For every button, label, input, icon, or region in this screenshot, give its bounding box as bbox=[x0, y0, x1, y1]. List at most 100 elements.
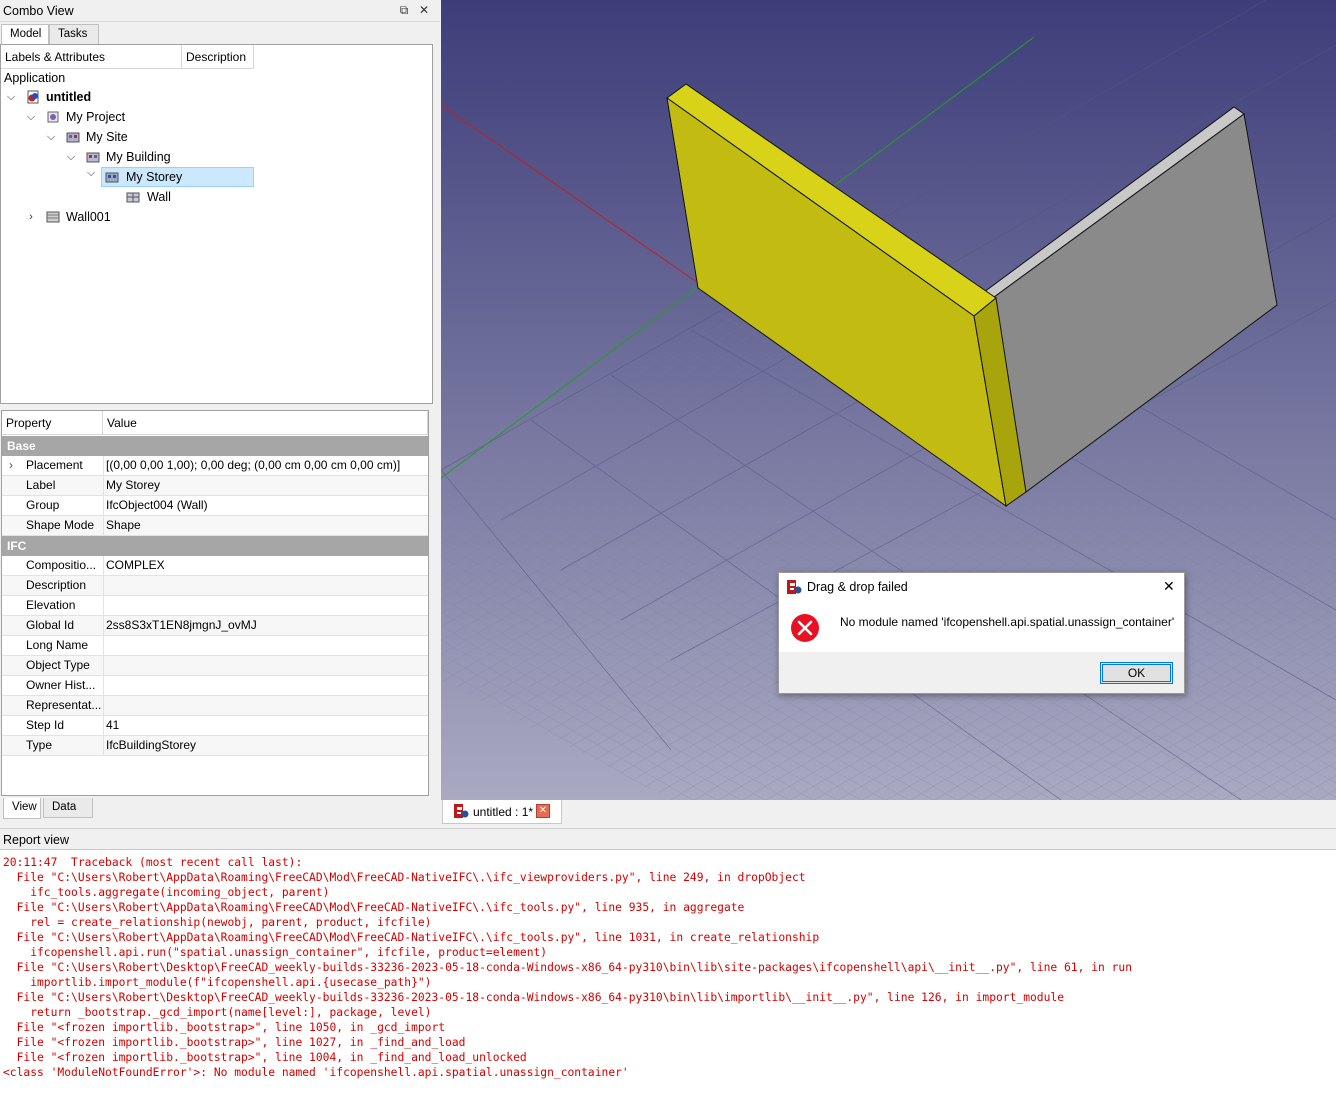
prop-row-object-type[interactable]: Object Type bbox=[2, 656, 428, 676]
prop-key: Step Id bbox=[26, 718, 65, 732]
prop-row-owner-history[interactable]: Owner Hist... bbox=[2, 676, 428, 696]
tree-item-label: My Project bbox=[66, 110, 126, 124]
tab-tasks[interactable]: Tasks bbox=[49, 24, 99, 44]
tree-item-label: My Building bbox=[106, 150, 171, 164]
chevron-down-icon[interactable]: ⌵ bbox=[25, 107, 37, 127]
ifc-project-icon bbox=[47, 111, 59, 123]
report-line: File "C:\Users\Robert\AppData\Roaming\Fr… bbox=[3, 871, 806, 884]
tab-model[interactable]: Model bbox=[1, 24, 49, 45]
prop-row-group[interactable]: Group IfcObject004 (Wall) bbox=[2, 496, 428, 516]
prop-row-placement[interactable]: › Placement [(0,00 0,00 1,00); 0,00 deg;… bbox=[2, 456, 428, 476]
prop-key: Elevation bbox=[26, 598, 76, 612]
model-tree: Labels & Attributes Description Applicat… bbox=[0, 44, 433, 404]
property-editor: Property Value Base › Placement [(0,00 0… bbox=[1, 410, 429, 796]
tree-item-label: untitled bbox=[46, 90, 92, 104]
report-view-titlebar: Report view bbox=[0, 828, 1336, 849]
tree-item-label: My Site bbox=[86, 130, 128, 144]
tree-header-labels[interactable]: Labels & Attributes bbox=[1, 45, 182, 69]
tree-item-label: Wall bbox=[147, 190, 171, 204]
prop-value[interactable]: COMPLEX bbox=[106, 556, 165, 575]
group-ifc[interactable]: IFC bbox=[2, 536, 428, 556]
prop-value[interactable]: 2ss8S3xT1EN8jmgnJ_ovMJ bbox=[106, 616, 257, 635]
combo-view-title: Combo View bbox=[3, 4, 74, 18]
freecad-icon bbox=[787, 580, 802, 594]
ifc-site-icon bbox=[66, 132, 80, 143]
tree-header-description[interactable]: Description bbox=[182, 45, 254, 69]
dialog-body: No module named 'ifcopenshell.api.spatia… bbox=[779, 601, 1184, 652]
prop-value[interactable]: IfcBuildingStorey bbox=[106, 736, 196, 755]
prop-key: Type bbox=[26, 738, 53, 752]
chevron-down-icon[interactable]: ⌵ bbox=[45, 127, 57, 147]
document-icon bbox=[27, 90, 39, 104]
tree-item-my-building[interactable]: ⌵ My Building bbox=[1, 147, 301, 167]
float-icon[interactable]: ⧉ bbox=[396, 2, 412, 18]
report-line: File "<frozen importlib._bootstrap>", li… bbox=[3, 1051, 527, 1064]
prop-row-representation[interactable]: Representat... bbox=[2, 696, 428, 716]
chevron-down-icon[interactable]: ⌵ bbox=[5, 87, 17, 107]
ok-button[interactable]: OK bbox=[1100, 662, 1173, 684]
tree-item-wall001[interactable]: › Wall001 bbox=[1, 207, 301, 227]
prop-key: Representat... bbox=[26, 698, 102, 712]
dialog-title: Drag & drop failed bbox=[807, 580, 908, 594]
tab-view[interactable]: View bbox=[3, 798, 41, 819]
tree-item-untitled[interactable]: ⌵ untitled bbox=[1, 87, 301, 107]
close-tab-icon[interactable]: ✕ bbox=[536, 804, 550, 818]
report-line: File "<frozen importlib._bootstrap>", li… bbox=[3, 1036, 466, 1049]
combo-view-titlebar: Combo View ⧉ ✕ bbox=[0, 0, 440, 22]
prop-value[interactable]: Shape bbox=[106, 516, 141, 535]
report-line: File "C:\Users\Robert\Desktop\FreeCAD_we… bbox=[3, 961, 1133, 974]
prop-row-label[interactable]: Label My Storey bbox=[2, 476, 428, 496]
report-line: 20:11:47 Traceback (most recent call las… bbox=[3, 856, 303, 869]
report-line: File "C:\Users\Robert\Desktop\FreeCAD_we… bbox=[3, 991, 1065, 1004]
tree-item-label: Wall001 bbox=[66, 210, 111, 224]
document-tab-label: untitled : 1* bbox=[473, 805, 534, 819]
tree-item-my-storey[interactable]: My Storey bbox=[101, 167, 254, 187]
report-line: importlib.import_module(f"ifcopenshell.a… bbox=[3, 976, 432, 989]
report-line: ifc_tools.aggregate(incoming_object, par… bbox=[3, 886, 330, 899]
prop-header-property[interactable]: Property bbox=[2, 411, 103, 435]
prop-row-description[interactable]: Description bbox=[2, 576, 428, 596]
prop-row-long-name[interactable]: Long Name bbox=[2, 636, 428, 656]
close-icon[interactable]: ✕ bbox=[1163, 578, 1175, 595]
report-line: File "<frozen importlib._bootstrap>", li… bbox=[3, 1021, 446, 1034]
prop-key: Placement bbox=[26, 458, 83, 472]
report-line: rel = create_relationship(newobj, parent… bbox=[3, 916, 432, 929]
prop-key: Group bbox=[26, 498, 60, 512]
prop-header-value[interactable]: Value bbox=[103, 411, 428, 435]
document-tab-untitled[interactable]: untitled : 1* ✕ bbox=[442, 800, 562, 824]
prop-row-global-id[interactable]: Global Id 2ss8S3xT1EN8jmgnJ_ovMJ bbox=[2, 616, 428, 636]
wall-icon bbox=[126, 192, 140, 203]
prop-row-step-id[interactable]: Step Id 41 bbox=[2, 716, 428, 736]
prop-row-composition[interactable]: Compositio... COMPLEX bbox=[2, 556, 428, 576]
tree-item-my-site[interactable]: ⌵ My Site bbox=[1, 127, 301, 147]
tree-item-label: My Storey bbox=[126, 170, 183, 184]
prop-key: Object Type bbox=[26, 658, 90, 672]
chevron-right-icon[interactable]: › bbox=[9, 456, 13, 475]
tree-root-label: Application bbox=[4, 71, 66, 85]
chevron-right-icon[interactable]: › bbox=[25, 207, 37, 227]
group-base[interactable]: Base bbox=[2, 436, 428, 456]
report-line: File "C:\Users\Robert\AppData\Roaming\Fr… bbox=[3, 901, 745, 914]
prop-value[interactable]: [(0,00 0,00 1,00); 0,00 deg; (0,00 cm 0,… bbox=[106, 456, 400, 475]
wall-stack-icon bbox=[46, 211, 60, 223]
tree-item-my-project[interactable]: ⌵ My Project bbox=[1, 107, 301, 127]
tab-data[interactable]: Data bbox=[43, 798, 93, 818]
close-icon[interactable]: ✕ bbox=[416, 2, 432, 18]
report-line: return _bootstrap._gcd_import(name[level… bbox=[3, 1006, 432, 1019]
prop-value[interactable]: IfcObject004 (Wall) bbox=[106, 496, 208, 515]
report-view[interactable]: 20:11:47 Traceback (most recent call las… bbox=[0, 849, 1336, 1100]
report-view-title: Report view bbox=[3, 833, 69, 847]
chevron-down-icon[interactable]: ⌵ bbox=[85, 167, 97, 187]
prop-row-shape-mode[interactable]: Shape Mode Shape bbox=[2, 516, 428, 536]
combo-view-panel: Combo View ⧉ ✕ Model Tasks Labels & Attr… bbox=[0, 0, 440, 826]
chevron-down-icon[interactable]: ⌵ bbox=[65, 147, 77, 167]
prop-value[interactable]: My Storey bbox=[106, 476, 160, 495]
tree-item-wall[interactable]: Wall bbox=[1, 187, 301, 207]
prop-row-type[interactable]: Type IfcBuildingStorey bbox=[2, 736, 428, 756]
prop-row-elevation[interactable]: Elevation bbox=[2, 596, 428, 616]
report-line: ifcopenshell.api.run("spatial.unassign_c… bbox=[3, 946, 548, 959]
report-line: File "C:\Users\Robert\AppData\Roaming\Fr… bbox=[3, 931, 820, 944]
prop-key: Shape Mode bbox=[26, 518, 95, 532]
prop-key: Global Id bbox=[26, 618, 75, 632]
prop-value[interactable]: 41 bbox=[106, 716, 119, 735]
